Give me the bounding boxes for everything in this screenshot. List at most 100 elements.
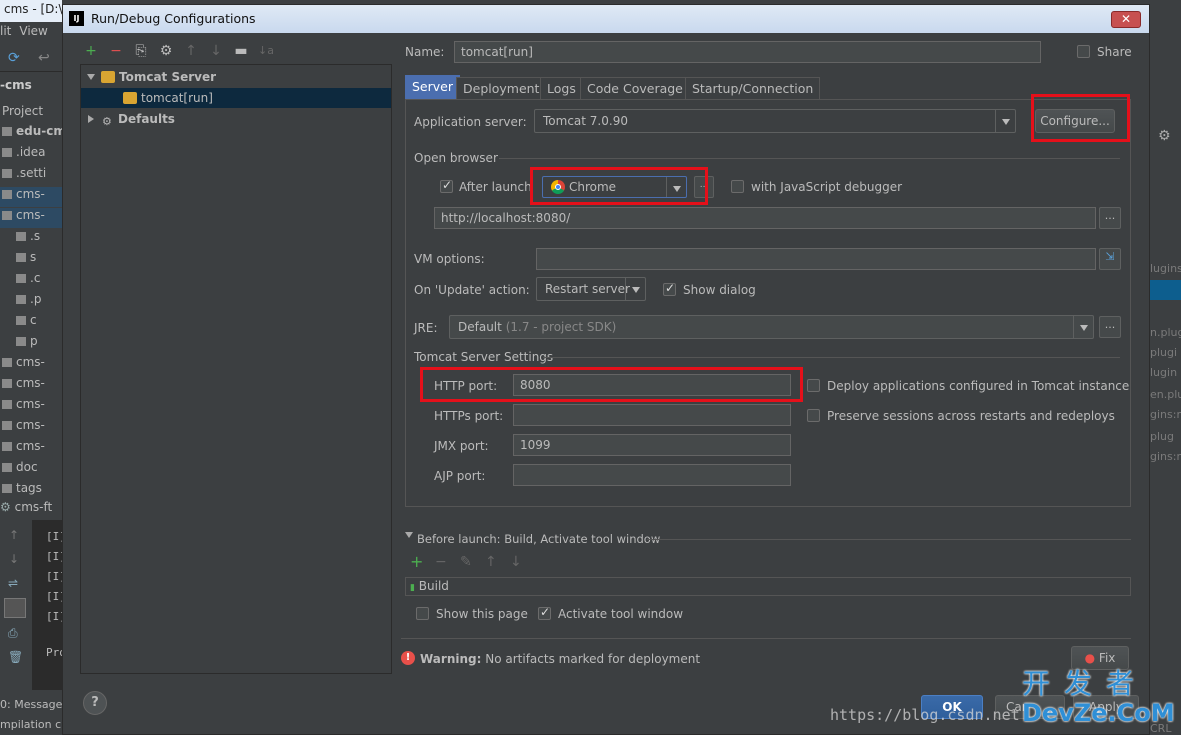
app-server-label: Application server:: [414, 115, 527, 129]
project-tree-item[interactable]: p: [0, 334, 62, 354]
project-tree-item[interactable]: .setti: [0, 166, 62, 186]
jre-select[interactable]: Default (1.7 - project SDK): [449, 315, 1094, 339]
project-tree-item[interactable]: cms-: [0, 397, 62, 417]
tab-server[interactable]: Server: [405, 75, 460, 99]
project-tree-item-label: c: [30, 313, 37, 327]
before-launch-label: Before launch: Build, Activate tool wind…: [417, 532, 661, 546]
edit-task-icon[interactable]: ✎: [460, 554, 472, 570]
before-launch-collapse-icon[interactable]: [405, 532, 413, 538]
tree-item-tomcat-run[interactable]: tomcat[run]: [81, 88, 391, 108]
task-down-icon[interactable]: ↓: [510, 554, 522, 570]
project-tree-item[interactable]: cms-: [0, 439, 62, 459]
copy-icon[interactable]: ⎘: [133, 43, 149, 59]
menu-item-edit[interactable]: lit: [0, 24, 11, 38]
tab-deployment[interactable]: Deployment: [456, 77, 547, 99]
collapse-icon[interactable]: [88, 115, 94, 123]
move-up-icon[interactable]: ↑: [183, 43, 199, 59]
settings-icon[interactable]: ⚙: [1158, 128, 1171, 144]
project-tree-item[interactable]: edu-cm: [0, 124, 62, 144]
share-checkbox[interactable]: [1077, 45, 1090, 58]
project-tree-item[interactable]: cms-: [0, 418, 62, 438]
up-icon[interactable]: ↑: [9, 528, 19, 542]
project-tree-item[interactable]: doc: [0, 460, 62, 480]
tree-group-tomcat[interactable]: Tomcat Server: [81, 67, 391, 87]
url-browse-button[interactable]: ...: [1099, 207, 1121, 229]
remove-icon[interactable]: −: [108, 43, 124, 59]
project-tree-item-label: cms-: [16, 376, 45, 390]
highlight-http-port: [420, 367, 803, 402]
folder-icon: [16, 232, 26, 241]
ide-title: cms - [D:\: [0, 0, 62, 22]
messages-tab[interactable]: 0: Messages: [0, 698, 62, 716]
project-tree-item[interactable]: s: [0, 250, 62, 270]
deploy-apps-checkbox[interactable]: [807, 379, 820, 392]
move-down-icon[interactable]: ↓: [208, 43, 224, 59]
remove-task-icon[interactable]: −: [435, 554, 447, 570]
jmx-port-label: JMX port:: [434, 439, 489, 453]
folder-icon[interactable]: ▬: [233, 43, 249, 59]
sync-icon[interactable]: ⟳: [8, 50, 20, 66]
expand-icon[interactable]: [87, 74, 95, 80]
folder-icon: [16, 274, 26, 283]
list-item-build[interactable]: ▮ Build: [410, 578, 449, 595]
project-tree-item[interactable]: .idea: [0, 145, 62, 165]
vm-options-input[interactable]: [536, 248, 1096, 270]
add-icon[interactable]: +: [83, 43, 99, 59]
highlight-configure: [1031, 94, 1130, 142]
project-tree-item[interactable]: cms-: [0, 187, 62, 207]
folder-icon: [16, 337, 26, 346]
project-tree-item[interactable]: cms-: [0, 208, 62, 228]
project-tree-item[interactable]: c: [0, 313, 62, 333]
show-dialog-checkbox[interactable]: [663, 281, 676, 296]
add-task-icon[interactable]: +: [410, 554, 423, 570]
expand-field-icon[interactable]: ⇲: [1099, 248, 1121, 270]
ajp-port-input[interactable]: [513, 464, 791, 486]
scroll-end-icon[interactable]: [4, 598, 26, 618]
jmx-port-input[interactable]: 1099: [513, 434, 791, 456]
share-label: Share: [1097, 45, 1132, 59]
project-tree-item-label: .setti: [16, 166, 47, 180]
project-label[interactable]: Project: [2, 104, 43, 118]
sort-icon[interactable]: ↓a: [258, 43, 274, 59]
tomcat-icon: [101, 71, 115, 83]
project-tree-item[interactable]: cms-: [0, 376, 62, 396]
preserve-sessions-checkbox[interactable]: [807, 409, 820, 422]
browser-url-input[interactable]: http://localhost:8080/: [434, 207, 1096, 229]
project-tree-item-label: s: [30, 250, 37, 264]
project-tree-item[interactable]: .p: [0, 292, 62, 312]
tab-startup-connection[interactable]: Startup/Connection: [685, 77, 821, 99]
on-update-select[interactable]: Restart server: [536, 277, 646, 301]
show-page-checkbox[interactable]: [416, 607, 429, 620]
tab-logs[interactable]: Logs: [540, 77, 583, 99]
edit-defaults-icon[interactable]: ⚙: [158, 43, 174, 59]
activate-tool-checkbox[interactable]: [538, 605, 551, 620]
ide-breadcrumb[interactable]: -cms: [0, 78, 32, 92]
tab-code-coverage[interactable]: Code Coverage: [580, 77, 690, 99]
editor-fragment: n.plug: [1150, 326, 1181, 339]
gear-icon: ⚙: [0, 500, 11, 514]
run-tab[interactable]: ⚙ cms-ft: [0, 500, 62, 520]
project-tree-item[interactable]: .s: [0, 229, 62, 249]
help-button[interactable]: ?: [83, 691, 107, 715]
deploy-apps-label: Deploy applications configured in Tomcat…: [827, 379, 1130, 393]
project-tree-item[interactable]: cms-: [0, 355, 62, 375]
close-button[interactable]: ✕: [1111, 11, 1141, 28]
project-tree-item[interactable]: tags: [0, 481, 62, 501]
name-input[interactable]: tomcat[run]: [454, 41, 1041, 63]
back-icon[interactable]: ↩: [38, 50, 50, 66]
print-icon[interactable]: ⎙: [8, 626, 18, 641]
tree-group-defaults[interactable]: ⚙ Defaults: [81, 109, 391, 129]
js-debugger-checkbox[interactable]: [731, 180, 744, 193]
https-port-input[interactable]: [513, 404, 791, 426]
menu-item-view[interactable]: View: [19, 24, 47, 38]
jre-browse-button[interactable]: ...: [1099, 316, 1121, 338]
after-launch-checkbox[interactable]: [440, 178, 453, 193]
down-icon[interactable]: ↓: [9, 552, 19, 566]
project-tree-item[interactable]: .c: [0, 271, 62, 291]
after-launch-label: After launch: [459, 180, 532, 194]
app-server-select[interactable]: Tomcat 7.0.90: [534, 109, 1016, 133]
task-up-icon[interactable]: ↑: [485, 554, 497, 570]
trash-icon[interactable]: 🗑: [8, 650, 23, 664]
wrap-icon[interactable]: ⇌: [8, 576, 18, 590]
editor-fragment: plugi: [1150, 346, 1178, 359]
